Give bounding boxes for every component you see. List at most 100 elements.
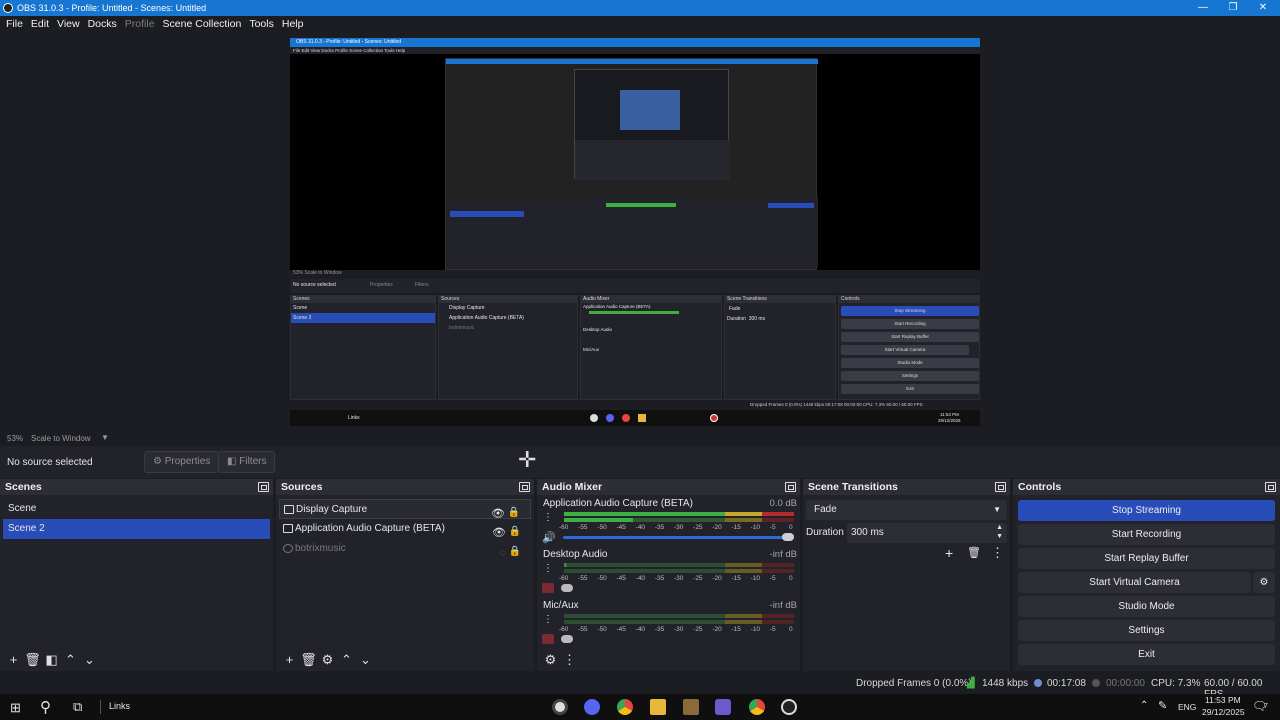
- task-view-icon[interactable]: ⧉: [73, 699, 82, 715]
- obs-logo-icon: [3, 3, 13, 13]
- stop-streaming-button[interactable]: Stop Streaming: [1018, 500, 1275, 521]
- transition-select[interactable]: Fade ▼: [806, 500, 1007, 520]
- preview-recursive-window: [445, 58, 818, 270]
- kebab-icon[interactable]: ⋮: [991, 545, 1004, 561]
- app-icon[interactable]: [683, 699, 699, 715]
- duration-label: Duration: [806, 527, 844, 538]
- volume-meter: [564, 569, 794, 573]
- links-toolbar[interactable]: Links: [109, 701, 130, 711]
- move-up-button[interactable]: ⌃: [337, 650, 356, 670]
- chevron-up-icon[interactable]: ⌃: [1140, 700, 1148, 711]
- meter-tick-label: -60: [559, 626, 569, 633]
- maximize-button[interactable]: ❐: [1218, 0, 1248, 16]
- gear-icon[interactable]: ⚙: [318, 650, 337, 670]
- clock-time[interactable]: 11:53 PM: [1205, 695, 1241, 705]
- add-source-button[interactable]: +: [280, 650, 299, 670]
- muted-speaker-icon[interactable]: [542, 634, 554, 644]
- source-item[interactable]: Application Audio Capture (BETA) 👁 🔒: [279, 519, 531, 539]
- game-icon[interactable]: [715, 699, 731, 715]
- move-down-button[interactable]: ⌄: [356, 650, 375, 670]
- menu-edit[interactable]: Edit: [27, 18, 53, 30]
- menu-view[interactable]: View: [53, 18, 84, 30]
- volume-slider[interactable]: [563, 536, 791, 539]
- menu-bar: File Edit View Docks Profile Scene Colle…: [0, 16, 1280, 32]
- meter-tick-label: -45: [616, 524, 626, 531]
- scenes-dock: Scenes Scene Scene 2 + 🗑 ◧ ⌃ ⌄: [0, 479, 273, 671]
- volume-knob[interactable]: [561, 584, 573, 592]
- meter-tick-label: -60: [559, 524, 569, 531]
- menu-docks[interactable]: Docks: [84, 18, 121, 30]
- filter-icon[interactable]: ◧: [42, 650, 61, 670]
- kebab-icon[interactable]: ⋮: [543, 512, 553, 523]
- trash-icon[interactable]: 🗑: [967, 546, 981, 559]
- file-explorer-icon[interactable]: [650, 699, 666, 715]
- undock-icon[interactable]: [785, 482, 796, 492]
- channel-db: -inf dB: [769, 549, 797, 560]
- start-replay-buffer-button[interactable]: Start Replay Buffer: [1018, 548, 1275, 569]
- filters-button[interactable]: ◧ Filters: [218, 451, 276, 473]
- undock-icon[interactable]: [995, 482, 1006, 492]
- add-transition-button[interactable]: +: [945, 545, 953, 561]
- meter-tick-label: -35: [654, 524, 665, 531]
- chrome-icon[interactable]: [749, 699, 765, 715]
- menu-profile[interactable]: Profile: [121, 18, 159, 30]
- undock-icon[interactable]: [1265, 482, 1276, 492]
- preview-canvas[interactable]: OBS 31.0.3 - Profile: Untitled - Scenes:…: [290, 38, 980, 426]
- undock-icon[interactable]: [519, 482, 530, 492]
- add-scene-button[interactable]: +: [4, 650, 23, 670]
- menu-file[interactable]: File: [2, 18, 27, 30]
- start-recording-button[interactable]: Start Recording: [1018, 524, 1275, 545]
- language-indicator[interactable]: ENG: [1178, 702, 1196, 712]
- undock-icon[interactable]: [258, 482, 269, 492]
- chrome-icon[interactable]: [617, 699, 633, 715]
- meter-tick-label: -25: [693, 524, 703, 531]
- speaker-icon[interactable]: 🔊: [542, 531, 556, 544]
- clock-date[interactable]: 29/12/2025: [1202, 707, 1245, 717]
- scale-mode-dropdown[interactable]: Scale to Window: [31, 434, 91, 443]
- obs-icon[interactable]: [781, 699, 797, 715]
- windows-start-icon[interactable]: ⊞: [10, 700, 21, 716]
- kebab-icon[interactable]: ⋮: [560, 650, 579, 670]
- chevron-down-icon[interactable]: ▼: [101, 433, 109, 442]
- studio-mode-button[interactable]: Studio Mode: [1018, 596, 1275, 617]
- menu-tools[interactable]: Tools: [245, 18, 278, 30]
- chrome-alt-icon[interactable]: [552, 699, 568, 715]
- source-item[interactable]: botrixmusic ◌ 🔒: [279, 539, 531, 559]
- stepper-icon[interactable]: ▲ ▼: [996, 523, 1003, 541]
- trash-icon[interactable]: 🗑: [23, 650, 42, 670]
- exit-button[interactable]: Exit: [1018, 644, 1275, 665]
- search-icon[interactable]: ⚲: [40, 698, 51, 716]
- close-button[interactable]: ✕: [1248, 0, 1278, 16]
- start-virtual-camera-button[interactable]: Start Virtual Camera: [1018, 572, 1251, 593]
- virtual-camera-settings-button[interactable]: ⚙: [1253, 572, 1275, 593]
- properties-button[interactable]: ⚙ Properties: [144, 451, 220, 473]
- gear-icon[interactable]: ⚙: [541, 650, 560, 670]
- app-audio-icon: [283, 524, 293, 533]
- eye-hidden-icon[interactable]: ◌: [499, 543, 506, 563]
- kebab-icon[interactable]: ⋮: [543, 614, 553, 625]
- muted-speaker-icon[interactable]: [542, 583, 554, 593]
- meter-tick-label: -35: [654, 575, 665, 582]
- discord-icon[interactable]: [584, 699, 600, 715]
- lock-icon[interactable]: 🔒: [509, 542, 521, 562]
- pen-icon[interactable]: ✎: [1158, 699, 1167, 712]
- duration-input[interactable]: 300 ms ▲ ▼: [847, 523, 1007, 543]
- scene-item[interactable]: Scene: [3, 499, 270, 519]
- kebab-icon[interactable]: ⋮: [543, 563, 553, 574]
- move-up-button[interactable]: ⌃: [61, 650, 80, 670]
- mixer-toolbar: ⚙ ⋮: [537, 649, 800, 671]
- minimize-button[interactable]: —: [1188, 0, 1218, 16]
- source-item[interactable]: Display Capture 👁 🔒: [279, 499, 531, 520]
- meter-tick-label: 0: [789, 575, 793, 582]
- record-status-icon: [1092, 679, 1100, 687]
- menu-scene-collection[interactable]: Scene Collection: [159, 18, 246, 30]
- move-down-button[interactable]: ⌄: [80, 650, 99, 670]
- volume-knob[interactable]: [782, 533, 794, 541]
- trash-icon[interactable]: 🗑: [299, 650, 318, 670]
- volume-knob[interactable]: [561, 635, 573, 643]
- settings-button[interactable]: Settings: [1018, 620, 1275, 641]
- context-bar: No source selected ⚙ Properties ◧ Filter…: [0, 446, 1280, 478]
- preview-inner-controls: Controls Stop Streaming Start Recording …: [838, 295, 980, 400]
- menu-help[interactable]: Help: [278, 18, 308, 30]
- scene-item-selected[interactable]: Scene 2: [3, 519, 270, 539]
